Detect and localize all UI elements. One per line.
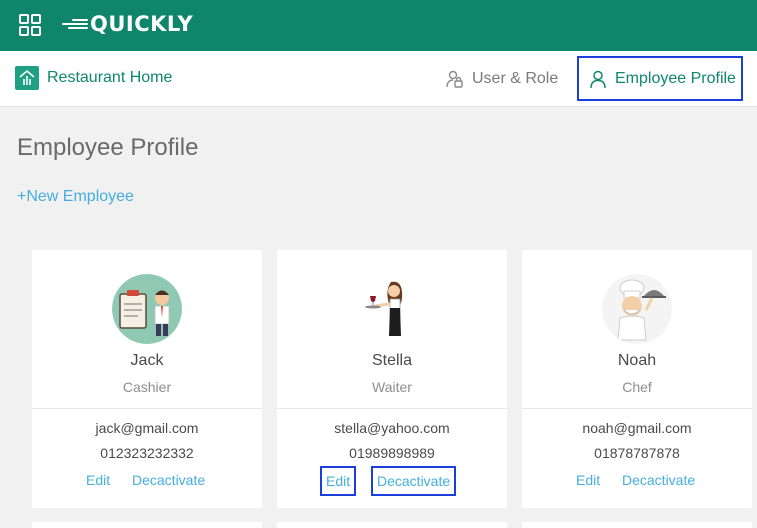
cashier-avatar-icon <box>112 274 182 344</box>
employee-email: jack@gmail.com <box>95 420 199 436</box>
apps-grid-icon[interactable] <box>19 14 41 36</box>
edit-link[interactable]: Edit <box>86 472 110 488</box>
employee-name: Jack <box>130 352 164 369</box>
card-divider <box>32 408 262 409</box>
employee-role: Chef <box>622 379 652 395</box>
chef-avatar-icon <box>602 274 672 344</box>
employee-phone: 01878787878 <box>594 445 680 461</box>
new-employee-link[interactable]: +New Employee <box>17 188 134 206</box>
employee-email: stella@yahoo.com <box>334 420 450 436</box>
employee-card: Stella Waiter stella@yahoo.com 019898989… <box>277 250 507 508</box>
employee-email: noah@gmail.com <box>582 420 692 436</box>
nav-employee-profile-label: Employee Profile <box>615 69 736 87</box>
app-logo[interactable]: QUICKLY <box>60 9 193 39</box>
employee-card-partial <box>522 522 752 528</box>
sub-navigation: Restaurant Home User & Role Employee Pro… <box>0 51 757 107</box>
logo-text: QUICKLY <box>90 12 194 36</box>
employee-card: Noah Chef noah@gmail.com 01878787878 Edi… <box>522 250 752 508</box>
employee-name: Noah <box>617 352 657 369</box>
user-lock-icon <box>446 70 463 88</box>
card-divider <box>277 408 507 409</box>
edit-link[interactable]: Edit <box>320 466 357 496</box>
nav-user-role-label: User & Role <box>472 70 559 87</box>
nav-employee-profile[interactable]: Employee Profile <box>577 56 743 101</box>
edit-link[interactable]: Edit <box>576 472 600 488</box>
deactivate-link[interactable]: Decactivate <box>132 472 205 488</box>
employee-role: Cashier <box>122 379 172 395</box>
employee-phone: 012323232332 <box>100 445 194 461</box>
page-title: Employee Profile <box>17 134 199 161</box>
employee-card-partial <box>277 522 507 528</box>
deactivate-link[interactable]: Decactivate <box>371 466 457 496</box>
waiter-avatar-icon <box>357 274 427 344</box>
deactivate-link[interactable]: Decactivate <box>622 472 695 488</box>
employee-name: Stella <box>371 352 413 369</box>
restaurant-home-link[interactable]: Restaurant Home <box>15 66 172 90</box>
employee-role: Waiter <box>372 379 412 395</box>
restaurant-home-label: Restaurant Home <box>47 69 173 86</box>
top-app-bar: QUICKLY <box>0 0 757 51</box>
nav-user-role[interactable]: User & Role <box>445 69 558 89</box>
card-divider <box>522 408 752 409</box>
user-icon <box>590 70 606 88</box>
employee-phone: 01989898989 <box>349 445 435 461</box>
speed-lines-icon <box>60 17 88 31</box>
employee-card: Jack Cashier jack@gmail.com 012323232332… <box>32 250 262 508</box>
employee-card-partial <box>32 522 262 528</box>
restaurant-home-icon <box>15 66 39 90</box>
